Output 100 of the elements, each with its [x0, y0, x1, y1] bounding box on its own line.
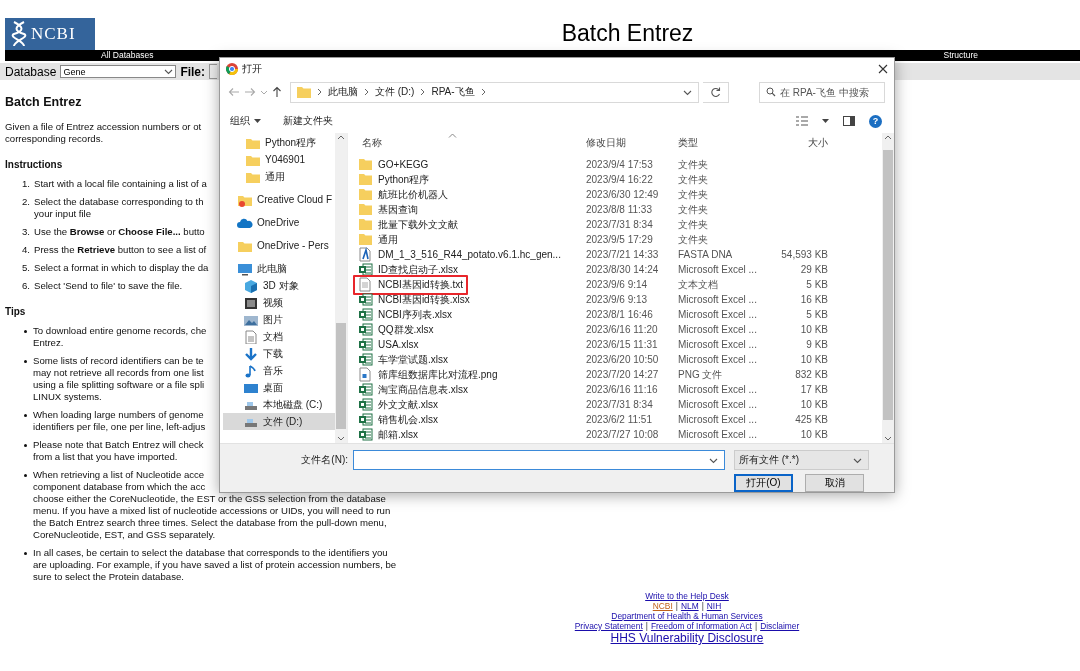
scrollbar[interactable]	[882, 133, 894, 443]
caret-icon[interactable]	[822, 118, 829, 124]
nav-link[interactable]: Structure	[943, 50, 978, 61]
modified-date: 2023/7/20 14:27	[586, 369, 660, 380]
section-heading: Instructions	[5, 159, 63, 170]
nav-item[interactable]: Y046901	[223, 151, 335, 168]
bullet-icon	[24, 413, 27, 417]
file-name[interactable]: 基因查询	[378, 202, 418, 217]
file-button[interactable]	[209, 64, 218, 79]
list-number: 1.	[21, 178, 31, 190]
address-bar[interactable]: 此电脑 文件 (D:) RPA-飞鱼	[290, 81, 699, 103]
file-name[interactable]: ID查找启动子.xlsx	[378, 262, 458, 277]
file-name[interactable]: USA.xlsx	[378, 339, 419, 350]
column-header[interactable]: 类型	[678, 136, 770, 150]
file-name[interactable]: 车学堂试题.xlsx	[378, 352, 448, 367]
column-header[interactable]: 名称	[358, 136, 586, 150]
scroll-up-icon[interactable]	[884, 133, 892, 141]
nav-item[interactable]: 此电脑	[223, 260, 335, 277]
file-name[interactable]: 邮箱.xlsx	[378, 427, 418, 442]
nav-item[interactable]: 本地磁盘 (C:)	[223, 396, 335, 413]
organize-menu[interactable]: 组织	[228, 112, 263, 130]
list-number: 5.	[21, 262, 31, 274]
nav-item[interactable]: 文档	[223, 328, 335, 345]
spreadsheet-icon	[358, 382, 373, 397]
footer-link[interactable]: Department of Health & Human Services	[611, 611, 763, 621]
open-button[interactable]: 打开(O)	[734, 474, 793, 492]
modified-date: 2023/6/30 12:49	[586, 189, 660, 200]
database-dropdown[interactable]: Gene	[60, 65, 177, 78]
scrollbar-thumb[interactable]	[883, 149, 893, 421]
file-name[interactable]: DM_1_3_516_R44_potato.v6.1.hc_gen...	[378, 249, 561, 260]
footer-link[interactable]: NIH	[706, 601, 722, 611]
scrollbar-thumb[interactable]	[336, 323, 346, 430]
filename-field[interactable]	[353, 450, 725, 470]
file-name[interactable]: 通用	[378, 232, 398, 247]
footer-link[interactable]: HHS Vulnerability Disclosure	[610, 631, 764, 646]
file-name[interactable]: 批量下载外文文献	[378, 217, 458, 232]
nav-item[interactable]: Creative Cloud F	[223, 191, 335, 208]
footer-link[interactable]: NLM	[680, 601, 699, 611]
list-item-text: To download entire genome records, che Entrez.	[33, 325, 207, 349]
file-name[interactable]: NCBI基因id转换.txt	[378, 277, 463, 292]
file-type: 文件夹	[678, 187, 709, 202]
caret-icon[interactable]	[683, 88, 692, 96]
nav-link[interactable]: All Databases	[101, 50, 154, 61]
scroll-down-icon[interactable]	[337, 435, 345, 443]
modified-date: 2023/6/15 11:31	[586, 339, 659, 350]
modified-date: 2023/7/31 8:34	[586, 399, 654, 410]
nav-item[interactable]: 下载	[223, 345, 335, 362]
column-header[interactable]: 修改日期	[586, 136, 678, 150]
help-button[interactable]: ?	[869, 114, 882, 128]
column-header[interactable]: 大小	[770, 136, 828, 150]
nav-item[interactable]: 桌面	[223, 379, 335, 396]
nav-item[interactable]: OneDrive - Pers	[223, 237, 335, 254]
preview-pane-icon[interactable]	[843, 116, 855, 126]
scroll-up-icon[interactable]	[337, 133, 345, 141]
file-name[interactable]: 销售机会.xlsx	[378, 412, 438, 427]
nav-item[interactable]: 图片	[223, 311, 335, 328]
nav-item[interactable]: 3D 对象	[223, 277, 335, 294]
modified-date: 2023/9/5 17:29	[586, 234, 654, 245]
nav-item[interactable]: OneDrive	[223, 214, 335, 231]
scrollbar[interactable]	[335, 133, 347, 443]
breadcrumb-item[interactable]: 此电脑	[328, 85, 358, 99]
close-icon[interactable]	[878, 63, 888, 74]
footer-link[interactable]: Disclaimer	[760, 621, 800, 631]
scroll-down-icon[interactable]	[884, 435, 892, 443]
filetype-dropdown[interactable]: 所有文件 (*.*)	[734, 450, 869, 470]
footer-link[interactable]: NCBI	[652, 601, 673, 611]
file-name[interactable]: NCBI序列表.xlsx	[378, 307, 452, 322]
file-name[interactable]: GO+KEGG	[378, 159, 429, 170]
list-number: 3.	[21, 226, 31, 238]
footer-link[interactable]: Privacy Statement	[574, 621, 643, 631]
breadcrumb-item[interactable]: RPA-飞鱼	[431, 85, 475, 99]
file-name[interactable]: 航班比价机器人	[378, 187, 448, 202]
nav-item[interactable]: 通用	[223, 168, 335, 185]
page-title: Batch Entrez	[560, 20, 695, 47]
file-type: Microsoft Excel ...	[678, 294, 758, 305]
nav-item[interactable]: 视频	[223, 294, 335, 311]
search-field[interactable]: 在 RPA-飞鱼 中搜索	[759, 81, 885, 103]
refresh-button[interactable]	[703, 81, 729, 103]
file-name[interactable]: NCBI基因id转换.xlsx	[378, 292, 470, 307]
breadcrumb-item[interactable]: 文件 (D:)	[375, 85, 415, 99]
nav-item[interactable]: Python程序	[223, 134, 335, 151]
file-name[interactable]: 淘宝商品信息表.xlsx	[378, 382, 468, 397]
nav-item[interactable]: 文件 (D:)	[223, 413, 335, 430]
footer-link[interactable]: Freedom of Information Act	[650, 621, 752, 631]
toolbar-button[interactable]: 新建文件夹	[281, 112, 335, 130]
cancel-button[interactable]: 取消	[805, 474, 864, 492]
caret-icon[interactable]	[709, 456, 718, 464]
file-name[interactable]: QQ群发.xlsx	[378, 322, 434, 337]
up-arrow-icon[interactable]	[272, 86, 282, 98]
section-heading: Tips	[5, 306, 26, 317]
nav-item[interactable]: 音乐	[223, 362, 335, 379]
file-name[interactable]: Python程序	[378, 172, 430, 187]
monitor-icon	[237, 261, 253, 276]
file-type: Microsoft Excel ...	[678, 414, 758, 425]
file-name[interactable]: 筛库组数据库比对流程.png	[378, 367, 498, 382]
list-item-text: Select the database corresponding to th your input file	[34, 196, 204, 220]
refresh-icon	[710, 86, 721, 98]
footer-link[interactable]: Write to the Help Desk	[645, 591, 729, 601]
file-name[interactable]: 外文文献.xlsx	[378, 397, 438, 412]
download-icon	[243, 346, 259, 361]
